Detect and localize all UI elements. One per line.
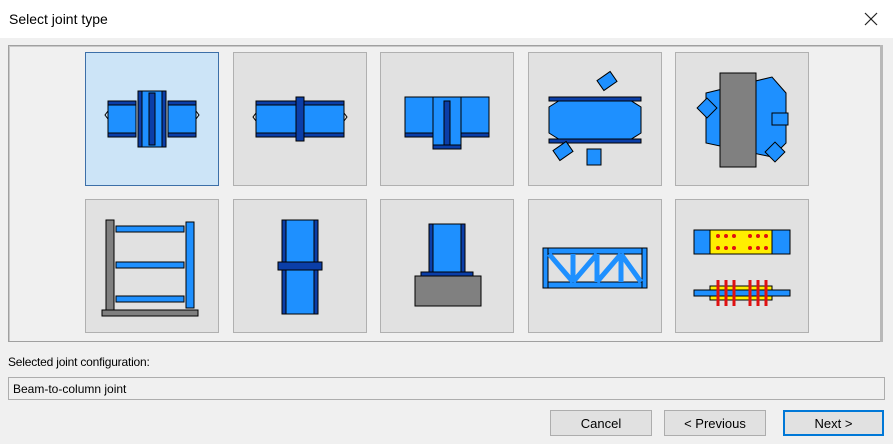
dialog-title: Select joint type [9,11,108,27]
truss-icon [542,247,648,289]
beam-splice-icon [252,96,348,142]
tile-frame[interactable] [85,199,219,333]
bracing-to-column-icon [696,72,789,168]
bracing-to-beam-icon [548,70,642,166]
tile-column-splice[interactable] [233,199,367,333]
tile-bolted-plate[interactable] [675,199,809,333]
frame-icon [101,219,199,317]
beam-to-beam-icon [404,96,490,150]
cancel-button[interactable]: Cancel [550,410,652,436]
previous-button[interactable]: < Previous [664,410,766,436]
title-bar: Select joint type [0,0,893,38]
selection-label: Selected joint configuration: [8,355,150,369]
next-button[interactable]: Next > [783,410,884,436]
column-splice-icon [277,219,323,315]
joint-type-panel [8,45,883,342]
tile-column-base[interactable] [380,199,514,333]
tile-truss[interactable] [528,199,662,333]
tile-beam-to-column[interactable] [85,52,219,186]
close-icon [864,12,878,26]
panel-scroll-edge [880,45,883,342]
tile-beam-splice[interactable] [233,52,367,186]
column-base-icon [414,223,482,307]
beam-to-column-icon [104,90,200,148]
tile-bracing-to-beam[interactable] [528,52,662,186]
tile-beam-to-beam[interactable] [380,52,514,186]
selected-configuration-field: Beam-to-column joint [8,377,885,400]
close-button[interactable] [857,6,885,32]
tile-bracing-to-column[interactable] [675,52,809,186]
bolted-plate-icon [693,229,791,306]
